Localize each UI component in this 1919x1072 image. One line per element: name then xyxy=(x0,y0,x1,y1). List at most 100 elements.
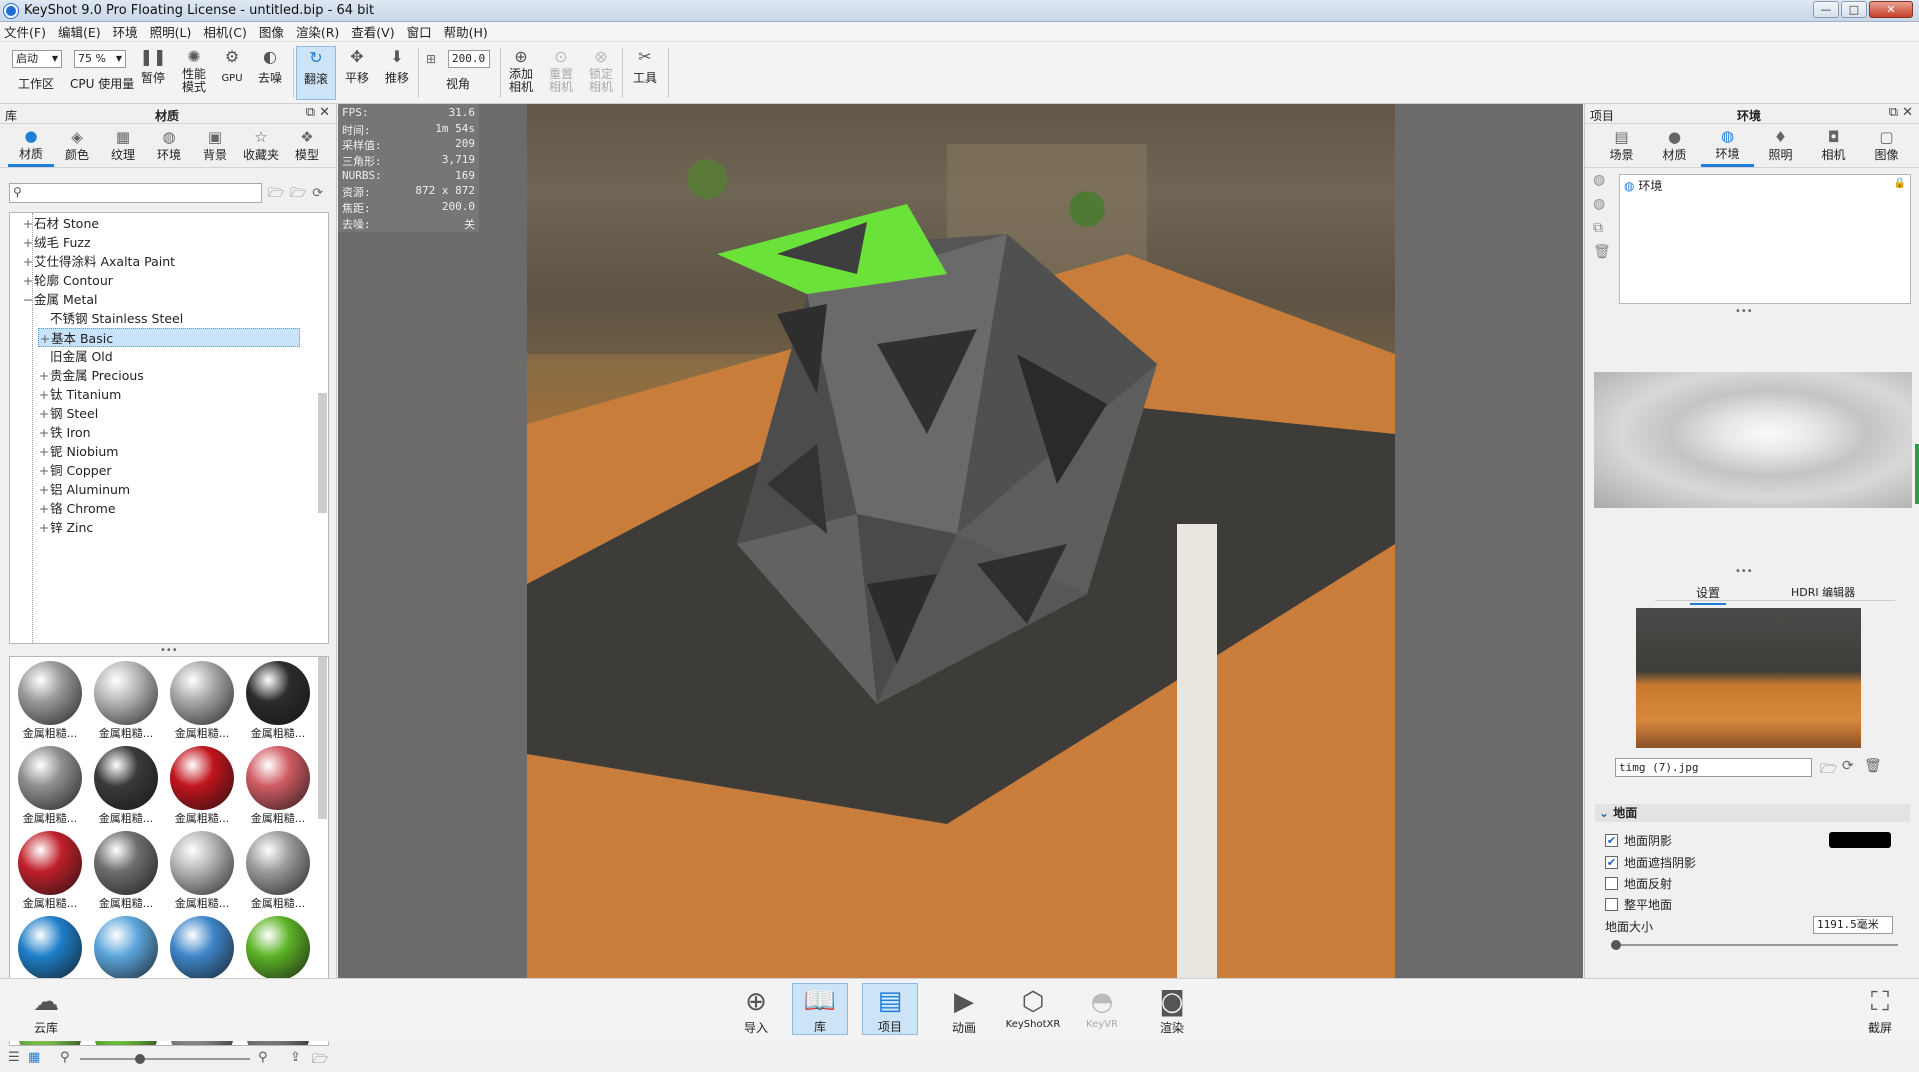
performance-mode-button[interactable]: ✺ 性能 模式 xyxy=(178,46,210,94)
trash-icon[interactable]: 🗑 xyxy=(1864,758,1882,774)
menu-render[interactable]: 渲染(R) xyxy=(296,22,339,41)
tree-item[interactable]: +铁 Iron xyxy=(38,423,91,442)
tab-camera[interactable]: ◘ 相机 xyxy=(1807,124,1860,167)
expand-icon[interactable]: + xyxy=(22,271,34,290)
fov-input[interactable]: 200.0 xyxy=(448,50,490,68)
tree-item[interactable]: +铝 Aluminum xyxy=(38,480,130,499)
collapse-icon[interactable]: − xyxy=(22,290,34,309)
animation-button[interactable]: ▶ 动画 xyxy=(936,985,992,1036)
tree-item[interactable]: +石材 Stone xyxy=(22,214,99,233)
expand-icon[interactable]: + xyxy=(38,366,50,385)
tumble-button[interactable]: ↻ 翻滚 xyxy=(296,46,336,100)
tree-item[interactable]: +艾仕得涂料 Axalta Paint xyxy=(22,252,175,271)
slider-knob[interactable] xyxy=(1611,940,1621,950)
tab-colors[interactable]: ◈ 颜色 xyxy=(54,124,100,167)
library-folder-actions[interactable]: 🗁🗁⟳ xyxy=(268,184,329,206)
material-thumbnail[interactable]: 金属粗糙... xyxy=(14,829,86,911)
menu-view[interactable]: 查看(V) xyxy=(351,22,394,41)
expand-icon[interactable]: + xyxy=(38,404,50,423)
tree-item[interactable]: +轮廓 Contour xyxy=(22,271,113,290)
tab-textures[interactable]: ▦ 纹理 xyxy=(100,124,146,167)
upload-icon[interactable]: ⇪ xyxy=(290,1050,301,1065)
tree-item[interactable]: +贵金属 Precious xyxy=(38,366,144,385)
material-thumbnail[interactable]: 金属粗糙... xyxy=(166,659,238,741)
tab-material[interactable]: ● 材质 xyxy=(1648,124,1701,167)
expand-icon[interactable]: + xyxy=(22,252,34,271)
splitter-handle[interactable]: ••• xyxy=(1735,566,1753,577)
material-thumbnail[interactable]: 金属粗糙... xyxy=(166,829,238,911)
tree-item[interactable]: +基本 Basic xyxy=(38,328,300,347)
render-scene[interactable] xyxy=(527,104,1395,978)
expand-icon[interactable]: + xyxy=(22,214,34,233)
ground-size-slider[interactable] xyxy=(1613,944,1898,946)
expand-icon[interactable]: + xyxy=(38,385,50,404)
lock-icon[interactable]: 🔒 xyxy=(1894,178,1906,189)
ground-reflection-checkbox[interactable]: 地面反射 xyxy=(1605,875,1672,892)
minimize-button[interactable]: — xyxy=(1813,1,1839,18)
gpu-button[interactable]: ⚙ GPU xyxy=(218,46,246,85)
expand-icon[interactable]: + xyxy=(38,442,50,461)
expand-icon[interactable]: + xyxy=(38,480,50,499)
close-button[interactable]: ✕ xyxy=(1869,1,1913,18)
maximize-button[interactable]: □ xyxy=(1841,1,1867,18)
grid-view-icon[interactable]: ▦ xyxy=(28,1050,40,1065)
copy-environment-icon[interactable]: ⧉ xyxy=(1593,220,1603,236)
backplate-preview[interactable] xyxy=(1636,608,1861,748)
tab-environment[interactable]: ◍ 环境 xyxy=(1701,124,1754,167)
cloud-library-button[interactable]: ☁ 云库 xyxy=(18,985,74,1036)
menu-lighting[interactable]: 照明(L) xyxy=(150,22,192,41)
menu-file[interactable]: 文件(F) xyxy=(4,22,46,41)
tree-item[interactable]: +钛 Titanium xyxy=(38,385,122,404)
slider-knob[interactable] xyxy=(135,1054,145,1064)
flatten-ground-checkbox[interactable]: 整平地面 xyxy=(1605,896,1672,913)
dolly-button[interactable]: ⬇ 推移 xyxy=(380,46,414,85)
ground-section-header[interactable]: ⌄ 地面 xyxy=(1595,804,1910,822)
zoom-in-icon[interactable]: ⚲ xyxy=(258,1050,268,1065)
denoise-button[interactable]: ◐ 去噪 xyxy=(254,46,286,85)
expand-icon[interactable]: + xyxy=(39,329,51,348)
tab-image[interactable]: ▢ 图像 xyxy=(1860,124,1913,167)
panel-controls[interactable]: ⧉ ✕ xyxy=(306,105,330,120)
list-view-icon[interactable]: ☰ xyxy=(8,1050,20,1065)
tree-item[interactable]: +钢 Steel xyxy=(38,404,98,423)
tab-models[interactable]: ❖ 模型 xyxy=(284,124,330,167)
import-button[interactable]: ⊕ 导入 xyxy=(728,985,784,1036)
backplate-file-input[interactable]: timg (7).jpg xyxy=(1615,758,1812,777)
material-thumbnail[interactable]: 金属粗糙... xyxy=(242,744,314,826)
splitter-handle[interactable]: ••• xyxy=(160,645,178,656)
tree-item[interactable]: +锌 Zinc xyxy=(38,518,94,537)
ground-size-input[interactable]: 1191.5毫米 xyxy=(1813,916,1893,934)
screenshot-button[interactable]: ⛶ 截屏 xyxy=(1852,985,1908,1036)
material-thumbnail[interactable]: 金属粗糙... xyxy=(90,659,162,741)
tree-item[interactable]: 旧金属 Old xyxy=(38,347,113,366)
splitter-handle[interactable]: ••• xyxy=(1735,306,1753,317)
material-thumbnail[interactable]: 金属粗糙... xyxy=(14,659,86,741)
render-button[interactable]: ◙ 渲染 xyxy=(1144,985,1200,1036)
refresh-icon[interactable]: ⟳ xyxy=(1842,758,1854,774)
material-thumbnail[interactable]: 金属粗糙... xyxy=(242,829,314,911)
keyshotxr-button[interactable]: ⬡ KeyShotXR xyxy=(1004,985,1062,1030)
tab-backplates[interactable]: ▣ 背景 xyxy=(192,124,238,167)
expand-icon[interactable]: + xyxy=(38,423,50,442)
folder-icon[interactable]: 🗁 xyxy=(312,1050,328,1072)
pan-button[interactable]: ✥ 平移 xyxy=(340,46,374,85)
ground-shadow-checkbox[interactable]: ✔ 地面阴影 xyxy=(1605,832,1672,849)
tree-item[interactable]: +绒毛 Fuzz xyxy=(22,233,91,252)
menu-camera[interactable]: 相机(C) xyxy=(203,22,246,41)
open-folder-icon[interactable]: 🗁 xyxy=(1820,758,1837,782)
pause-button[interactable]: ❚❚ 暂停 xyxy=(139,46,167,85)
hdri-preview[interactable] xyxy=(1594,372,1912,508)
tab-materials[interactable]: ● 材质 xyxy=(8,124,54,167)
tree-item[interactable]: −金属 Metal xyxy=(22,290,98,309)
render-viewport[interactable]: FPS: 31.6 时间: 1m 54s 采样值: 209 三角形: 3,719 NURBS: 1… xyxy=(338,104,1583,978)
workspace-select[interactable]: 启动 ▼ xyxy=(12,50,62,68)
tab-favorites[interactable]: ☆ 收藏夹 xyxy=(238,124,284,167)
tab-lighting[interactable]: ♦ 照明 xyxy=(1754,124,1807,167)
expand-icon[interactable]: + xyxy=(38,461,50,480)
material-thumbnail[interactable]: 金属粗糙... xyxy=(14,744,86,826)
duplicate-environment-icon[interactable]: ◍ xyxy=(1593,196,1605,212)
library-toggle-button[interactable]: 📖 库 xyxy=(792,983,848,1035)
menu-edit[interactable]: 编辑(E) xyxy=(58,22,101,41)
library-search-input[interactable]: ⚲ xyxy=(9,183,262,203)
expand-icon[interactable]: + xyxy=(38,499,50,518)
